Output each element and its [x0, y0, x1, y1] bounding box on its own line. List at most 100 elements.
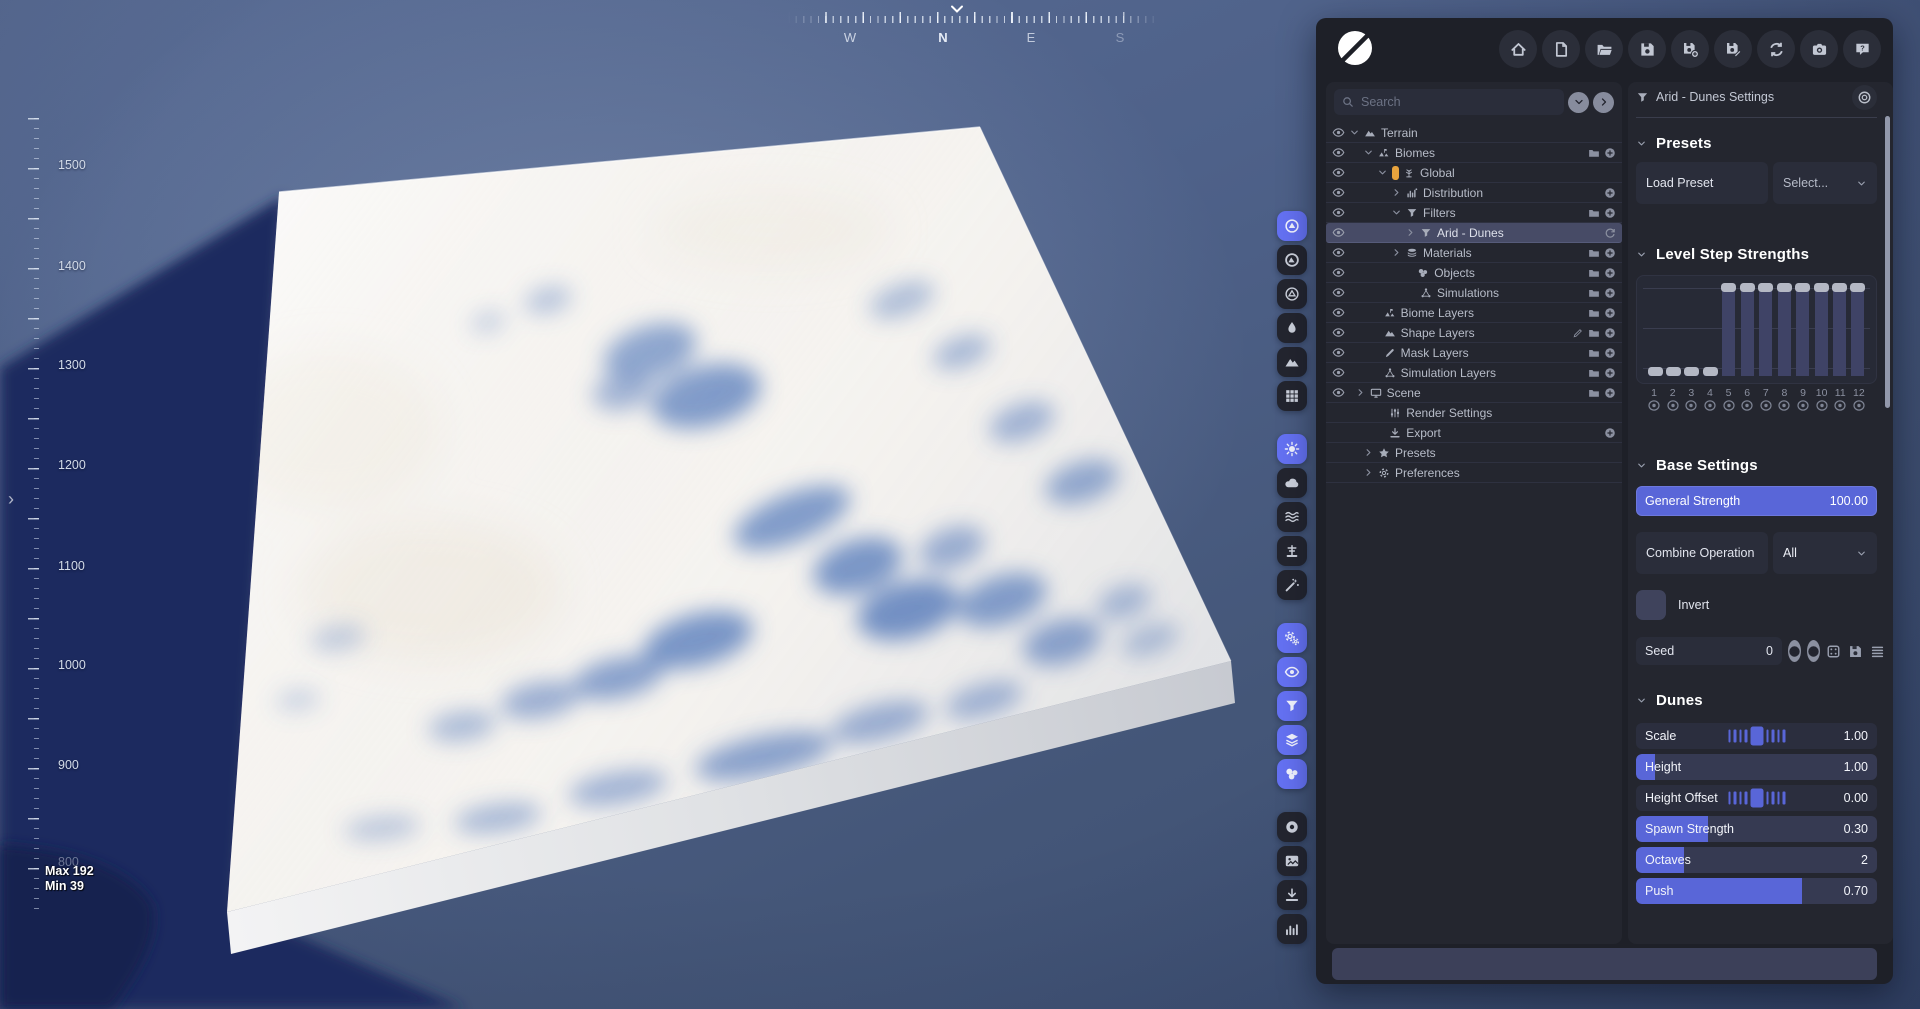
- compass[interactable]: WNES: [788, 5, 1160, 54]
- tree-row-biomes[interactable]: Biomes: [1326, 143, 1622, 163]
- step-visibility-icon[interactable]: [1721, 400, 1737, 411]
- add-icon[interactable]: [1604, 287, 1616, 299]
- bar-track[interactable]: [1647, 288, 1663, 376]
- add-icon[interactable]: [1604, 207, 1616, 219]
- bar-handle[interactable]: [1702, 366, 1718, 376]
- tree-row-simulation-layers[interactable]: Simulation Layers: [1326, 363, 1622, 383]
- folder-icon[interactable]: [1588, 307, 1600, 319]
- chevron-right-icon[interactable]: [1405, 227, 1416, 238]
- level-step-bar-6[interactable]: [1739, 276, 1755, 383]
- bar-track[interactable]: [1850, 283, 1866, 376]
- add-icon[interactable]: [1604, 267, 1616, 279]
- terrain-slab[interactable]: [220, 126, 1235, 954]
- chevron-down-icon[interactable]: [1349, 127, 1360, 138]
- height-slider[interactable]: Height 1.00: [1636, 754, 1877, 780]
- tree-row-arid-dunes[interactable]: Arid - Dunes: [1326, 223, 1622, 243]
- level-step-bar-10[interactable]: [1813, 276, 1829, 383]
- quick-export-button[interactable]: [1277, 880, 1307, 910]
- step-visibility-icon[interactable]: [1814, 400, 1830, 411]
- section-base-settings[interactable]: Base Settings: [1636, 457, 1877, 474]
- tree-row-simulations[interactable]: Simulations: [1326, 283, 1622, 303]
- chevron-right-icon[interactable]: [1391, 247, 1402, 258]
- fog-button[interactable]: [1277, 502, 1307, 532]
- bar-handle[interactable]: [1813, 283, 1829, 292]
- level-step-bar-12[interactable]: [1850, 276, 1866, 383]
- open-project-button[interactable]: [1585, 30, 1623, 68]
- step-visibility-icon[interactable]: [1665, 400, 1681, 411]
- scene-objects-button[interactable]: [1277, 536, 1307, 566]
- folder-icon[interactable]: [1588, 367, 1600, 379]
- screenshot-button[interactable]: [1800, 30, 1838, 68]
- folder-icon[interactable]: [1588, 327, 1600, 339]
- randomize-seed-icon[interactable]: [1826, 644, 1841, 659]
- tree-row-materials[interactable]: Materials: [1326, 243, 1622, 263]
- section-presets[interactable]: Presets: [1636, 135, 1877, 152]
- folder-icon[interactable]: [1588, 387, 1600, 399]
- seed-decrement-button[interactable]: [1788, 640, 1801, 662]
- bar-track[interactable]: [1721, 283, 1737, 376]
- tree-row-presets[interactable]: Presets: [1326, 443, 1622, 463]
- scrollbar-thumb[interactable]: [1885, 116, 1890, 408]
- step-visibility-icon[interactable]: [1683, 400, 1699, 411]
- bar-track[interactable]: [1832, 283, 1848, 376]
- terrain-view-button[interactable]: [1277, 211, 1307, 241]
- bar-track[interactable]: [1702, 288, 1718, 376]
- bar-track[interactable]: [1776, 283, 1792, 376]
- step-visibility-icon[interactable]: [1739, 400, 1755, 411]
- section-dunes[interactable]: Dunes: [1636, 692, 1877, 709]
- scale-slider[interactable]: Scale 1.00: [1636, 723, 1877, 749]
- combine-operation-select[interactable]: All: [1773, 532, 1877, 574]
- step-visibility-icon[interactable]: [1758, 400, 1774, 411]
- save-edit-button[interactable]: [1714, 30, 1752, 68]
- add-icon[interactable]: [1604, 247, 1616, 259]
- step-visibility-icon[interactable]: [1795, 400, 1811, 411]
- terrain-view-wire-button[interactable]: [1277, 279, 1307, 309]
- chevron-right-icon[interactable]: [1363, 447, 1374, 458]
- settings-scrollbar[interactable]: [1885, 116, 1890, 934]
- grid-view-button[interactable]: [1277, 381, 1307, 411]
- save-as-new-button[interactable]: [1671, 30, 1709, 68]
- folder-icon[interactable]: [1588, 147, 1600, 159]
- visibility-button[interactable]: [1277, 657, 1307, 687]
- statistics-button[interactable]: [1277, 914, 1307, 944]
- bar-handle[interactable]: [1647, 366, 1663, 376]
- level-step-bar-7[interactable]: [1758, 276, 1774, 383]
- level-step-bar-11[interactable]: [1832, 276, 1848, 383]
- bar-handle[interactable]: [1832, 283, 1848, 292]
- tree-row-filters[interactable]: Filters: [1326, 203, 1622, 223]
- save-button[interactable]: [1628, 30, 1666, 68]
- chevron-down-icon[interactable]: [1377, 167, 1388, 178]
- folder-icon[interactable]: [1588, 267, 1600, 279]
- save-seed-icon[interactable]: [1848, 644, 1863, 659]
- snapshot-button[interactable]: [1277, 846, 1307, 876]
- bar-handle[interactable]: [1721, 283, 1737, 292]
- folder-icon[interactable]: [1588, 207, 1600, 219]
- add-icon[interactable]: [1604, 347, 1616, 359]
- refresh-icon[interactable]: [1604, 227, 1616, 239]
- tree-row-render-settings[interactable]: Render Settings: [1326, 403, 1622, 423]
- step-visibility-icon[interactable]: [1776, 400, 1792, 411]
- seed-field[interactable]: Seed 0: [1636, 637, 1782, 665]
- bar-track[interactable]: [1795, 283, 1811, 376]
- step-visibility-icon[interactable]: [1832, 400, 1848, 411]
- tree-row-mask-layers[interactable]: Mask Layers: [1326, 343, 1622, 363]
- bar-track[interactable]: [1739, 283, 1755, 376]
- step-visibility-icon[interactable]: [1851, 400, 1867, 411]
- tree-row-terrain[interactable]: Terrain: [1326, 123, 1622, 143]
- record-button[interactable]: [1277, 812, 1307, 842]
- new-file-button[interactable]: [1542, 30, 1580, 68]
- bar-track[interactable]: [1665, 288, 1681, 376]
- water-view-button[interactable]: [1277, 313, 1307, 343]
- level-step-bar-5[interactable]: [1721, 276, 1737, 383]
- relief-view-button[interactable]: [1277, 347, 1307, 377]
- tree-row-distribution[interactable]: Distribution: [1326, 183, 1622, 203]
- level-step-bar-1[interactable]: [1647, 276, 1663, 383]
- bar-track[interactable]: [1813, 283, 1829, 376]
- bar-handle[interactable]: [1739, 283, 1755, 292]
- help-button[interactable]: [1843, 30, 1881, 68]
- add-icon[interactable]: [1604, 427, 1616, 439]
- preset-select[interactable]: Select...: [1773, 162, 1877, 204]
- tree-row-export[interactable]: Export: [1326, 423, 1622, 443]
- show-filters-button[interactable]: [1277, 691, 1307, 721]
- tree-row-objects[interactable]: Objects: [1326, 263, 1622, 283]
